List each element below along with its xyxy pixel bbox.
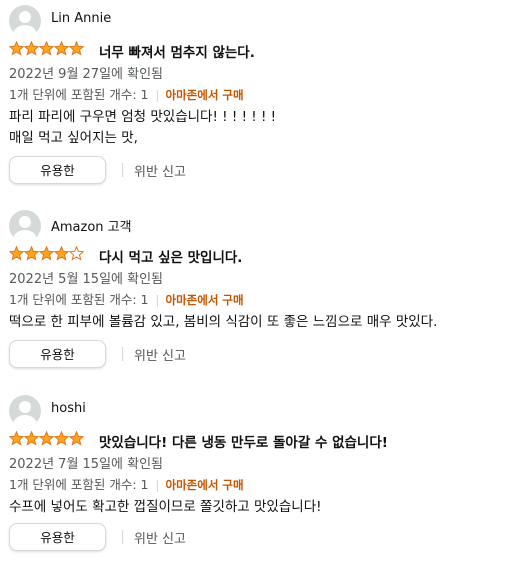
variant-info: 1개 단위에 포함된 개수: 1 아마존에서 구매 [9,474,244,493]
star-filled-icon [54,246,69,261]
reviewer-name[interactable]: Amazon 고객 [51,216,132,235]
star-rating[interactable] [9,246,84,262]
star-filled-icon [54,41,69,56]
helpful-button[interactable]: 유용한 [9,156,106,184]
variant-info: 1개 단위에 포함된 개수: 1 아마존에서 구매 [9,84,244,103]
verified-purchase-badge: 아마존에서 구매 [165,293,244,307]
star-rating[interactable] [9,41,84,57]
review-date: 2022년 5월 15일에 확인됨 [9,272,164,287]
review-text: 수프에 넣어도 확고한 껍질이므로 쫄깃하고 맛있습니다! [9,497,322,518]
divider [122,347,123,361]
star-filled-icon [9,246,24,261]
review-title[interactable]: 너무 빠져서 멈추지 않는다. [99,41,255,61]
report-abuse-link[interactable]: 위반 신고 [134,528,186,547]
review: Lin Annie 너무 빠져서 멈추지 않는다. 2022년 9월 27일에 … [0,0,517,184]
verified-purchase-badge: 아마존에서 구매 [165,88,244,102]
verified-purchase-badge: 아마존에서 구매 [165,478,244,492]
review-text: 파리 파리에 구우면 엄청 맛있습니다! ! ! ! ! ! ! 매일 먹고 싶… [9,107,276,149]
avatar-icon [9,5,41,37]
star-filled-icon [69,41,84,56]
variant-info: 1개 단위에 포함된 개수: 1 아마존에서 구매 [9,289,244,308]
star-filled-icon [9,41,24,56]
divider [122,163,123,177]
star-filled-icon [24,246,39,261]
review-title[interactable]: 맛있습니다! 다른 냉동 만두로 돌아갈 수 없습니다! [99,431,388,451]
review-date: 2022년 7월 15일에 확인됨 [9,457,164,472]
review-text-line: 매일 먹고 싶어지는 맛, [9,130,138,146]
review: Amazon 고객 다시 먹고 싶은 맛입니다. 2022년 5월 15일에 확… [0,205,517,389]
review-text: 떡으로 한 피부에 볼륨감 있고, 봄비의 식감이 또 좋은 느낌으로 매우 맛… [9,312,437,333]
review-text-line: 떡으로 한 피부에 볼륨감 있고, 봄비의 식감이 또 좋은 느낌으로 매우 맛… [9,314,438,330]
variant-label: 1개 단위에 포함된 개수: 1 [9,292,149,307]
star-filled-icon [39,246,54,261]
report-abuse-link[interactable]: 위반 신고 [134,345,186,364]
star-filled-icon [24,41,39,56]
review-text-line: 수프에 넣어도 확고한 껍질이므로 쫄깃하고 맛있습니다! [9,499,322,515]
review-text-line: 파리 파리에 구우면 엄청 맛있습니다! ! ! ! ! ! ! [9,109,277,125]
review-title[interactable]: 다시 먹고 싶은 맛입니다. [99,246,242,266]
reviewer-name[interactable]: hoshi [51,401,86,416]
review-date: 2022년 9월 27일에 확인됨 [9,67,164,82]
report-abuse-link[interactable]: 위반 신고 [134,161,186,180]
star-filled-icon [69,431,84,446]
divider [122,530,123,544]
star-rating[interactable] [9,431,84,447]
variant-label: 1개 단위에 포함된 개수: 1 [9,477,149,492]
star-filled-icon [24,431,39,446]
reviewer-name[interactable]: Lin Annie [51,11,111,26]
star-filled-icon [9,431,24,446]
star-filled-icon [54,431,69,446]
helpful-button[interactable]: 유용한 [9,523,106,551]
helpful-button[interactable]: 유용한 [9,340,106,368]
star-filled-icon [39,41,54,56]
star-filled-icon [39,431,54,446]
variant-label: 1개 단위에 포함된 개수: 1 [9,87,149,102]
review: hoshi 맛있습니다! 다른 냉동 만두로 돌아갈 수 없습니다! 2022년… [0,390,517,574]
star-empty-icon [69,246,84,261]
avatar-icon [9,395,41,427]
avatar-icon [9,210,41,242]
